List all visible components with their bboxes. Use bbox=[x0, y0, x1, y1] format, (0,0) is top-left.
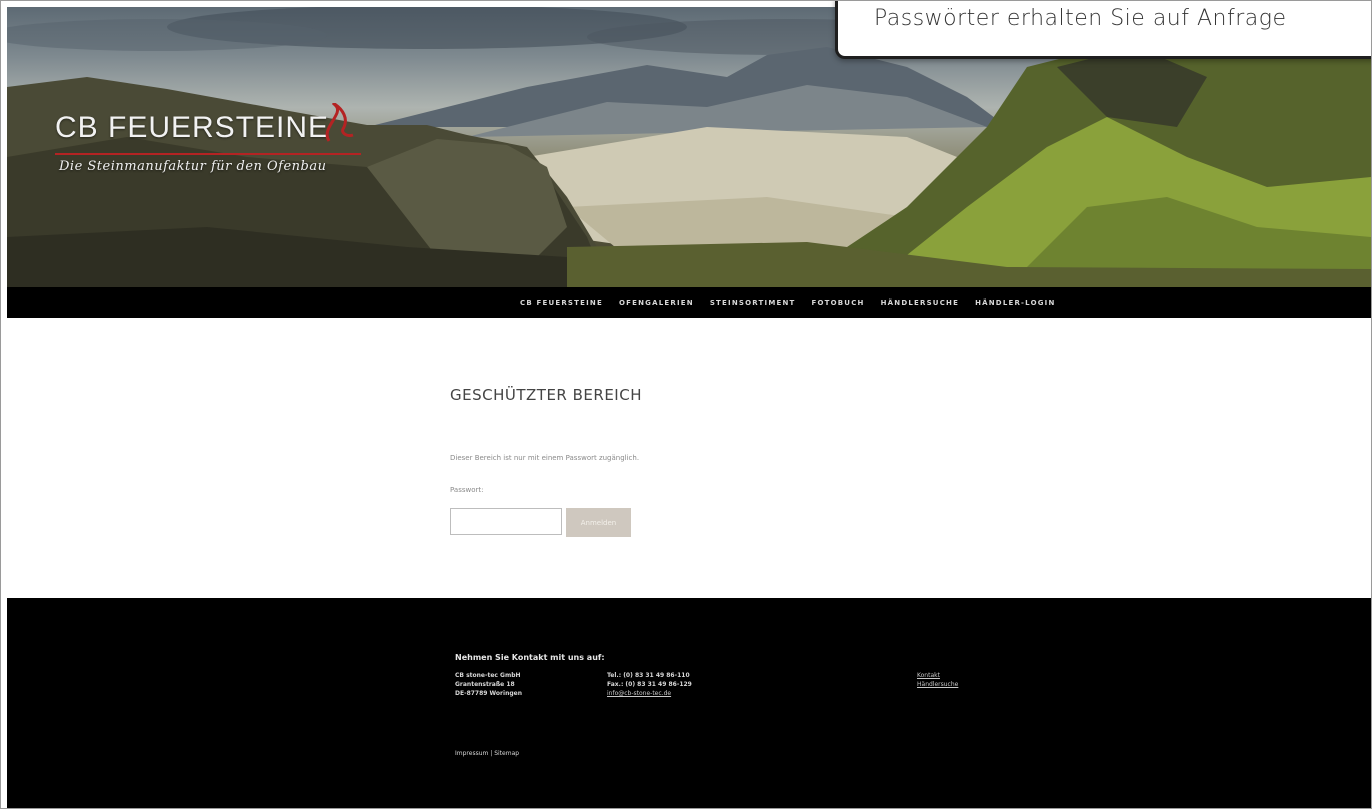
footer-link-haendlersuche[interactable]: Händlersuche bbox=[917, 680, 958, 689]
company-name: CB stone-tec GmbH bbox=[455, 672, 521, 679]
password-input[interactable] bbox=[450, 508, 562, 535]
footer-links: Kontakt Händlersuche bbox=[917, 671, 958, 689]
submit-button[interactable]: Anmelden bbox=[566, 508, 631, 537]
flame-logo-icon bbox=[325, 103, 354, 142]
email-link[interactable]: info@cb-stone-tec.de bbox=[607, 689, 692, 698]
footer-legal: Impressum | Sitemap bbox=[455, 750, 519, 757]
fax-number: Fax.: (0) 83 31 49 86-129 bbox=[607, 681, 692, 688]
nav-item-haendler-login[interactable]: HÄNDLER-LOGIN bbox=[975, 299, 1055, 307]
phone-number: Tel.: (0) 83 31 49 86-110 bbox=[607, 672, 690, 679]
footer-link-kontakt[interactable]: Kontakt bbox=[917, 671, 958, 680]
logo-underline bbox=[55, 153, 361, 155]
nav-item-cb-feuersteine[interactable]: CB FEUERSTEINE bbox=[520, 299, 603, 307]
nav-item-ofengalerien[interactable]: OFENGALERIEN bbox=[619, 299, 694, 307]
street: Grantenstraße 18 bbox=[455, 681, 515, 688]
nav-item-steinsortiment[interactable]: STEINSORTIMENT bbox=[710, 299, 796, 307]
browser-page: CB FEUERSTEINE Die Steinmanufaktur für d… bbox=[0, 0, 1372, 809]
nav-item-haendlersuche[interactable]: HÄNDLERSUCHE bbox=[881, 299, 959, 307]
footer-heading: Nehmen Sie Kontakt mit uns auf: bbox=[455, 653, 605, 662]
main-navigation: CB FEUERSTEINE OFENGALERIEN STEINSORTIME… bbox=[7, 287, 1371, 318]
city: DE-87789 Woringen bbox=[455, 690, 522, 697]
footer: Nehmen Sie Kontakt mit uns auf: CB stone… bbox=[7, 598, 1371, 808]
password-label: Passwort: bbox=[450, 486, 484, 494]
site-tagline: Die Steinmanufaktur für den Ofenbau bbox=[59, 159, 327, 174]
sitemap-link[interactable]: Sitemap bbox=[494, 750, 519, 757]
page-title: GESCHÜTZTER BEREICH bbox=[450, 386, 642, 404]
site-logo-title[interactable]: CB FEUERSTEINE bbox=[55, 111, 329, 145]
main-content: GESCHÜTZTER BEREICH Dieser Bereich ist n… bbox=[7, 318, 1371, 598]
footer-contact: Tel.: (0) 83 31 49 86-110 Fax.: (0) 83 3… bbox=[607, 671, 692, 698]
imprint-link[interactable]: Impressum bbox=[455, 750, 488, 757]
protected-notice: Dieser Bereich ist nur mit einem Passwor… bbox=[450, 454, 640, 462]
callout-text: Passwörter erhalten Sie auf Anfrage bbox=[874, 6, 1287, 31]
nav-item-fotobuch[interactable]: FOTOBUCH bbox=[812, 299, 865, 307]
footer-address: CB stone-tec GmbH Grantenstraße 18 DE-87… bbox=[455, 671, 522, 698]
password-hint-callout: Passwörter erhalten Sie auf Anfrage bbox=[835, 1, 1371, 59]
